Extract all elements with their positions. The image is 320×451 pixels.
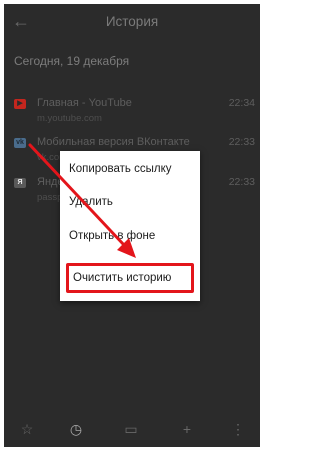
history-item-time: 22:34: [228, 97, 255, 109]
date-group-header: Сегодня, 19 декабря: [14, 54, 130, 68]
vk-icon: vk: [14, 138, 26, 148]
menu-item-copy-link[interactable]: Копировать ссылку: [60, 154, 200, 184]
history-item-time: 22:33: [228, 136, 255, 148]
history-item-url: m.youtube.com: [37, 113, 102, 124]
context-menu: Копировать ссылку Удалить Открыть в фоне…: [60, 151, 200, 301]
bottom-toolbar: ☆ ◷ ▭ + ⋮: [4, 414, 260, 447]
menu-item-clear-history[interactable]: Очистить историю: [66, 263, 194, 293]
history-item-title: Главная - YouTube: [37, 97, 132, 109]
menu-item-open-background[interactable]: Открыть в фоне: [60, 221, 200, 251]
page-title: История: [105, 14, 159, 29]
devices-icon[interactable]: ▭: [124, 422, 138, 436]
star-icon[interactable]: ☆: [20, 422, 34, 436]
menu-item-delete[interactable]: Удалить: [60, 187, 200, 217]
youtube-icon: ▶: [14, 99, 26, 109]
history-item-title: Мобильная версия ВКонтакте: [37, 136, 190, 148]
plus-icon[interactable]: +: [180, 422, 194, 436]
top-bar: ← История: [4, 4, 260, 40]
history-item[interactable]: ▶ Главная - YouTube m.youtube.com 22:34: [4, 97, 260, 133]
clock-icon[interactable]: ◷: [69, 422, 83, 436]
history-item-time: 22:33: [228, 176, 255, 188]
yandex-icon: Я: [14, 178, 26, 188]
history-screen: ← История Сегодня, 19 декабря ▶ Главная …: [4, 4, 260, 447]
more-icon[interactable]: ⋮: [231, 422, 245, 436]
